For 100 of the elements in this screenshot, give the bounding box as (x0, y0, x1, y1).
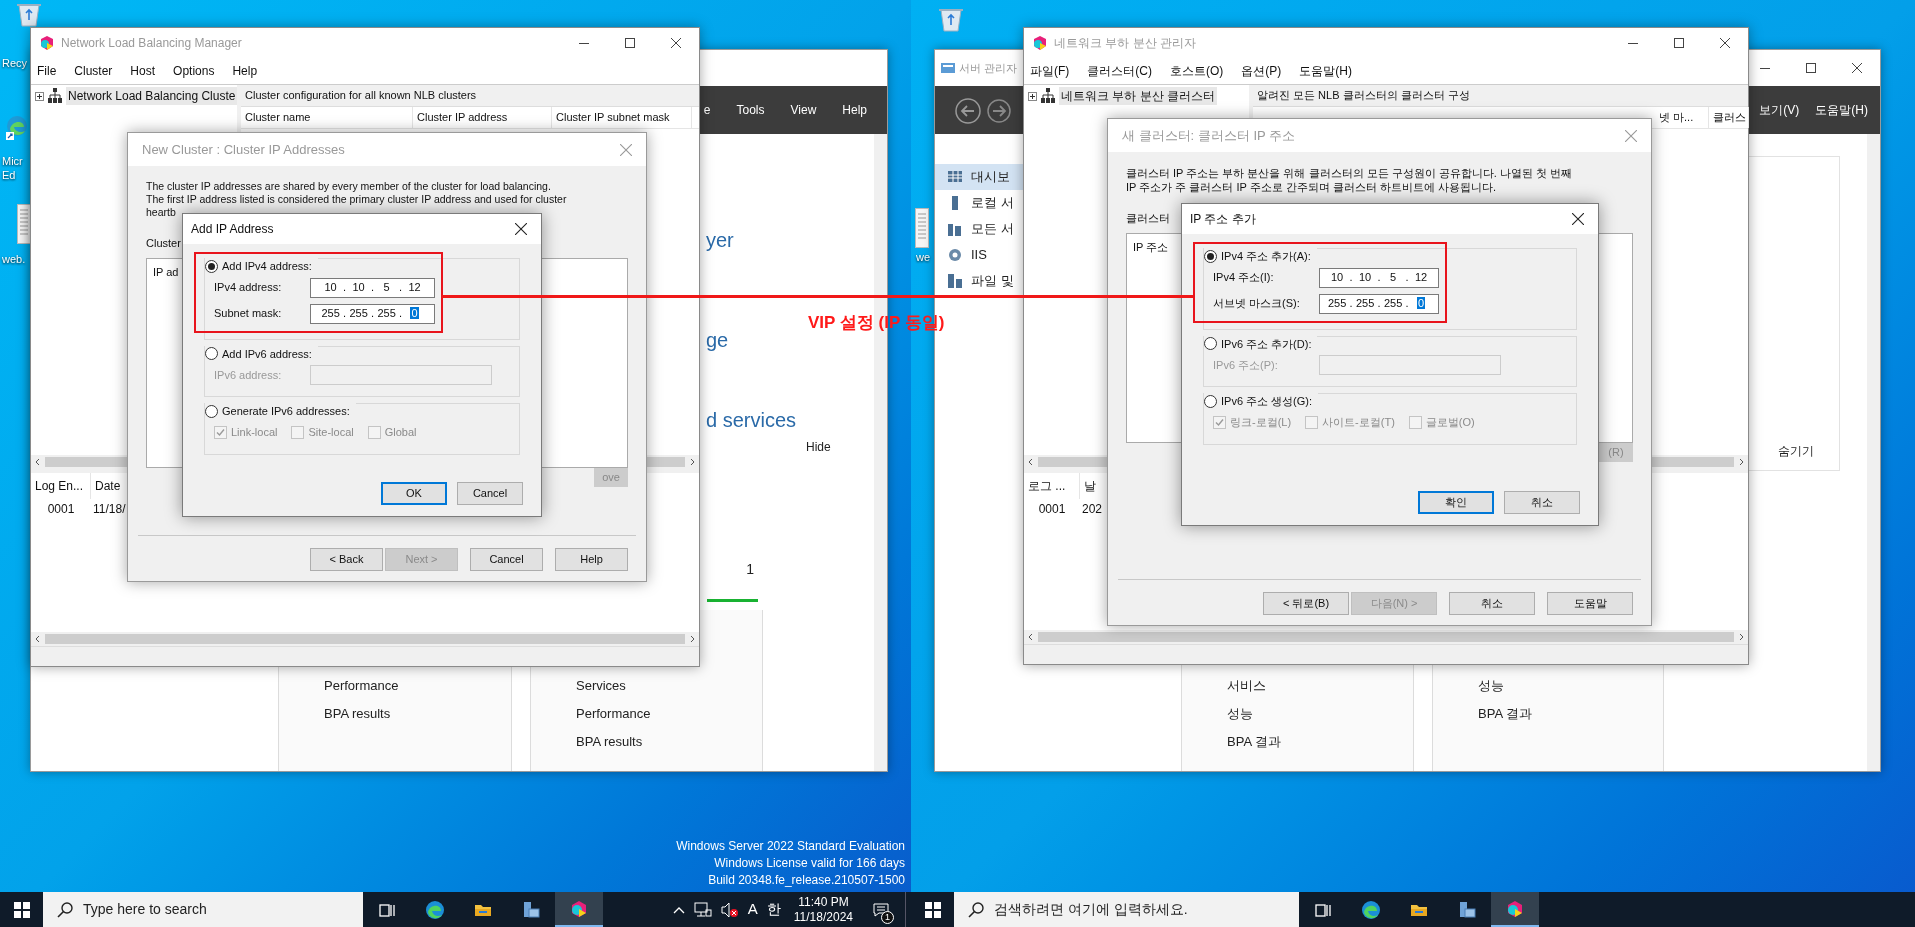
list-label: 클러스터 (1126, 211, 1170, 226)
description-line: heartb (146, 206, 177, 219)
list-label: Cluster (146, 236, 181, 251)
swirl-icon (6, 114, 28, 140)
tile-link[interactable]: BPA results (531, 728, 762, 756)
tile-link[interactable]: BPA results (279, 700, 511, 728)
close-icon (515, 223, 527, 235)
description-line: IP 주소가 주 클러스터 IP 주소로 간주되며 클러스터 하트비트에 사용됩니다. (1126, 180, 1497, 194)
menu-item[interactable]: 옵션(P) (1241, 62, 1282, 80)
column-header[interactable]: Cluster IP subnet mask (552, 107, 692, 128)
column-header[interactable]: Log En... (31, 473, 91, 499)
menu-item[interactable]: Tools (736, 101, 765, 119)
checkmark-icon (216, 428, 225, 437)
dialog-button[interactable]: Cancel (457, 482, 523, 505)
tile-link[interactable]: Performance (531, 700, 762, 728)
close-icon (1852, 63, 1862, 73)
ip-address-field[interactable]: 10 . 10 . 5 . 12 (1319, 267, 1439, 288)
speaker-muted-icon[interactable] (720, 901, 739, 918)
expand-icon[interactable] (35, 91, 44, 101)
menu-item[interactable]: 파일(F) (1030, 62, 1070, 80)
menu-item[interactable]: 호스트(O) (1170, 62, 1224, 80)
dialog-title: Add IP Address (191, 221, 274, 238)
menu-item[interactable]: Options (173, 62, 215, 80)
close-icon (1572, 213, 1584, 225)
ip-address-field[interactable]: 255 . 255 . 255 . 0 (1319, 293, 1439, 314)
scrollbar-thumb[interactable] (1038, 632, 1734, 642)
checkmark-icon (1215, 418, 1224, 427)
tile-link[interactable]: Performance (279, 672, 511, 700)
window-title: Network Load Balancing Manager (61, 35, 242, 52)
menu-item[interactable]: e (703, 101, 711, 119)
network-icon[interactable] (693, 901, 712, 918)
clock-date[interactable]: 11/18/2024 (793, 909, 853, 925)
radio-button[interactable] (205, 404, 218, 418)
expand-icon[interactable] (1028, 91, 1037, 101)
dialog-button[interactable]: 취소 (1504, 491, 1580, 514)
radio-button[interactable] (1204, 249, 1217, 263)
scrollbar-thumb[interactable] (45, 634, 685, 644)
menu-item[interactable]: Help (842, 101, 867, 119)
tile-link[interactable]: BPA 결과 (1182, 728, 1413, 756)
tile-link[interactable]: BPA 결과 (1433, 700, 1663, 728)
close-icon (620, 143, 632, 156)
heading: ge (706, 328, 729, 353)
hide-link[interactable]: Hide (806, 438, 831, 456)
column-header[interactable]: 넷 마... (1655, 107, 1709, 128)
radio-button[interactable] (1204, 337, 1217, 351)
radio-button[interactable] (1204, 394, 1217, 408)
column-header[interactable]: IP ad (147, 258, 185, 280)
dialog-button[interactable]: OK (381, 482, 447, 505)
tile-link[interactable]: Services (531, 672, 762, 700)
scrollbar[interactable] (1024, 630, 1748, 644)
taskbar-app[interactable] (1491, 892, 1539, 927)
search-icon (968, 901, 984, 918)
scrollbar[interactable] (31, 632, 699, 646)
table-cell-text: 0001 (1037, 501, 1067, 518)
taskbar-app[interactable] (555, 892, 603, 927)
checkbox-label: 링크-로컬(L) (1230, 415, 1292, 431)
menu-item[interactable]: 도움말(H) (1815, 101, 1868, 119)
tile-link[interactable]: 서비스 (1182, 672, 1413, 700)
ime-indicator[interactable]: 한 (766, 899, 781, 920)
column-header[interactable]: 클러스 (1709, 107, 1749, 128)
search-field[interactable]: Type here to search (43, 892, 363, 927)
menu-item[interactable]: 클러스터(C) (1087, 62, 1152, 80)
column-header[interactable]: Cluster name (241, 107, 413, 128)
ip-address-field[interactable]: 255 . 255 . 255 . 0 (310, 303, 435, 324)
column-header[interactable]: IP 주소 (1127, 233, 1175, 255)
tile-link[interactable]: 성능 (1433, 672, 1663, 700)
menu-item[interactable]: File (37, 62, 57, 80)
menu-item[interactable]: 보기(V) (1759, 101, 1800, 119)
column-header[interactable]: 로그 ... (1024, 473, 1080, 499)
wizard-button[interactable]: Help (555, 548, 628, 571)
tile-link[interactable]: 성능 (1182, 700, 1413, 728)
ip-address-field[interactable]: 10 . 10 . 5 . 12 (310, 277, 435, 298)
scrollbar[interactable] (1867, 134, 1880, 771)
document-icon (915, 208, 929, 248)
menu-item[interactable]: 도움말(H) (1299, 62, 1352, 80)
radio-button[interactable] (205, 259, 218, 273)
tree-item[interactable]: Network Load Balancing Cluste (66, 87, 238, 105)
clock-time[interactable]: 11:40 PM (798, 894, 849, 910)
search-field[interactable]: 검색하려면 여기에 입력하세요. (954, 892, 1299, 927)
menu-item[interactable]: Host (130, 62, 156, 80)
cube-icon (1505, 898, 1525, 919)
heading: yer (706, 228, 734, 253)
wizard-button[interactable]: 도움말 (1547, 592, 1633, 615)
menu-item[interactable]: Cluster (74, 62, 113, 80)
tree-item[interactable]: 네트워크 부하 분산 클러스터 (1059, 87, 1217, 105)
menu-item[interactable]: View (790, 101, 817, 119)
cube-icon (1032, 35, 1048, 51)
column-header[interactable]: Cluster IP address (413, 107, 552, 128)
input-indicator[interactable]: A (747, 898, 758, 921)
hide-link[interactable]: 숨기기 (1778, 442, 1814, 460)
sidebar-item[interactable]: 대시보 (935, 164, 1024, 190)
wizard-button[interactable]: 취소 (1449, 592, 1535, 615)
radio-button[interactable] (205, 347, 218, 361)
wizard-button[interactable]: < Back (310, 548, 383, 571)
wizard-button[interactable]: < 뒤로(B) (1263, 592, 1349, 615)
window-title: 서버 관리자 (959, 60, 1018, 76)
menu-item[interactable]: Help (232, 62, 258, 80)
dialog-button[interactable]: 확인 (1418, 491, 1494, 514)
wizard-button[interactable]: Cancel (470, 548, 543, 571)
field-label: IPv4 address: (214, 280, 283, 296)
